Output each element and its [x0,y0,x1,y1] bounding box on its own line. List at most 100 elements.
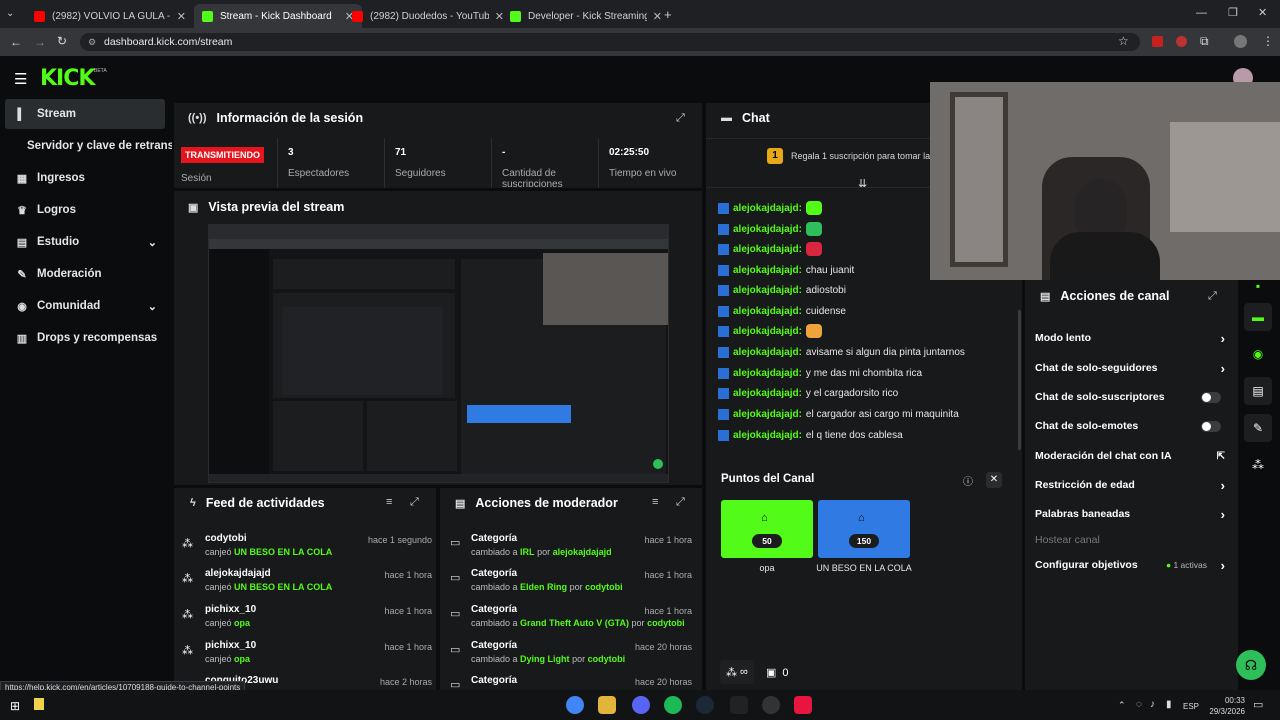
file-icon[interactable] [34,698,44,710]
stream-preview-video[interactable] [208,224,669,483]
sidebar-item-drops[interactable]: ▥ Drops y recompensas [5,323,165,353]
chat-username[interactable]: alejokajdajajd: [733,430,802,441]
forward-icon[interactable]: → [34,35,46,49]
close-tab-icon[interactable]: ✕ [653,10,662,23]
volume-icon[interactable]: ♪ [1150,699,1155,710]
rail-wrench-icon[interactable]: ✎ [1244,414,1272,442]
chat-username[interactable]: alejokajdajajd: [733,224,802,235]
reward-card-opa[interactable]: ⌂ 50 [721,500,813,558]
microphone-icon[interactable]: ▮ [1166,699,1172,710]
chat-username[interactable]: alejokajdajajd: [733,347,802,358]
chat-scrollbar[interactable] [1018,310,1021,450]
windows-start-icon[interactable]: ⊞ [10,699,20,713]
subscribers-only-toggle[interactable] [1201,391,1221,403]
extension-icon[interactable] [1152,36,1163,47]
maximize-icon[interactable]: ❐ [1228,6,1238,19]
new-tab-icon[interactable]: + [664,7,672,22]
points-icon: ⁂ [182,573,193,585]
back-icon[interactable]: ← [10,35,22,49]
rail-chat-icon[interactable]: ▬ [1244,303,1272,331]
support-headset-icon[interactable]: ☊ [1236,650,1266,680]
close-tab-icon[interactable]: ✕ [177,10,186,23]
mod-action-user[interactable]: codytobi [588,654,626,664]
chrome-icon[interactable] [566,696,584,714]
chat-username[interactable]: alejokajdajajd: [733,285,802,296]
mod-action-user[interactable]: codytobi [585,582,623,592]
chat-username[interactable]: alejokajdajajd: [733,306,802,317]
sidebar-item-estudio[interactable]: ▤ Estudio ⌄ [5,227,165,257]
tiktok-icon[interactable] [794,696,812,714]
chat-username[interactable]: alejokajdajajd: [733,265,802,276]
gift-counter[interactable]: ▣ 0 [766,666,789,680]
expand-icon[interactable]: ⤢ [676,112,685,125]
explorer-icon[interactable] [598,696,616,714]
keyboard-language[interactable]: ESP [1183,702,1199,711]
chat-username[interactable]: alejokajdajajd: [733,409,802,420]
chat-username[interactable]: alejokajdajajd: [733,368,802,379]
extensions-puzzle-icon[interactable]: ⧉ [1200,34,1209,49]
action-configure-goals[interactable]: Configurar objetivos ● 1 activas › [1035,551,1225,579]
tray-chevron-icon[interactable]: ⌃ [1118,700,1126,711]
close-window-icon[interactable]: ✕ [1258,6,1267,19]
expand-icon[interactable]: ⤢ [676,496,685,509]
steam-icon[interactable] [696,696,714,714]
action-followers-only[interactable]: Chat de solo-seguidores › [1035,354,1225,382]
reload-icon[interactable]: ↻ [57,34,67,48]
hamburger-menu-icon[interactable]: ☰ [14,70,27,88]
expand-icon[interactable]: ⤢ [410,496,419,509]
browser-tab-4[interactable]: Developer - Kick Streaming ✕ [502,4,670,28]
chat-username[interactable]: alejokajdajajd: [733,203,802,214]
discord-icon[interactable] [632,696,650,714]
rail-list-icon[interactable]: ▤ [1244,377,1272,405]
rail-trash-icon[interactable]: ▪ [1244,272,1272,300]
spotify-icon[interactable] [664,696,682,714]
sidebar-item-comunidad[interactable]: ◉ Comunidad ⌄ [5,291,165,321]
taskbar-clock[interactable]: 00:33 29/3/2026 [1203,695,1245,717]
mod-action-user[interactable]: alejokajdajajd [553,547,612,557]
notification-icon[interactable]: ▭ [1253,698,1263,711]
obs-icon[interactable] [762,696,780,714]
tab-search-icon[interactable]: ⌄ [6,8,14,19]
action-age-restriction[interactable]: Restricción de edad › [1035,471,1225,499]
url-field[interactable]: ⚙ dashboard.kick.com/stream [80,33,1140,51]
chat-username[interactable]: alejokajdajajd: [733,326,802,337]
profile-avatar[interactable] [1234,35,1247,48]
site-info-icon[interactable]: ⚙ [88,33,96,51]
reward-card-beso[interactable]: ⌂ 150 [818,500,910,558]
bookmark-star-icon[interactable]: ☆ [1118,34,1129,48]
action-slow-mode[interactable]: Modo lento › [1035,324,1225,352]
browser-menu-icon[interactable]: ⋮ [1262,34,1274,48]
sidebar-item-moderacion[interactable]: ✎ Moderación [5,259,165,289]
gift-icon: ▣ [766,667,777,679]
sidebar-item-stream[interactable]: ▍ Stream [5,99,165,129]
chat-username[interactable]: alejokajdajajd: [733,244,802,255]
emotes-only-toggle[interactable] [1201,420,1221,432]
action-banned-words[interactable]: Palabras baneadas › [1035,500,1225,528]
action-ai-moderation[interactable]: Moderación del chat con IA ⇱ [1035,442,1225,470]
filter-icon[interactable]: ≡ [652,496,658,508]
browser-tab-2[interactable]: Stream - Kick Dashboard ✕ [194,4,362,28]
channel-points-button[interactable]: ⁂ ∞ [720,660,754,684]
rail-broadcast-icon[interactable]: ◉ [1244,340,1272,368]
sidebar-item-logros[interactable]: ♛ Logros [5,195,165,225]
minimize-icon[interactable]: — [1196,7,1207,19]
sidebar-item-ingresos[interactable]: ▦ Ingresos [5,163,165,193]
pinned-collapse-icon[interactable]: ⇊ [858,177,867,190]
info-icon[interactable]: ⓘ [963,473,973,488]
mod-action-user[interactable]: codytobi [647,618,685,628]
epic-games-icon[interactable] [730,696,748,714]
gift-promo-text[interactable]: Regala 1 suscripción para tomar la p [791,151,938,161]
kick-logo[interactable]: KICK [40,66,95,91]
close-icon[interactable]: ✕ [986,472,1002,488]
rail-points-icon[interactable]: ⁂ [1244,451,1272,479]
extension-icon[interactable] [1176,36,1187,47]
expand-icon[interactable]: ⤢ [1208,290,1217,303]
filter-icon[interactable]: ≡ [386,496,392,508]
network-icon[interactable]: ◌ [1136,699,1142,710]
stat-label: Espectadores [288,168,350,179]
browser-tab-1[interactable]: (2982) VOLVIO LA GULA - YouTube ✕ [26,4,194,28]
reward-icon: ⌂ [858,512,865,524]
sidebar-item-server-key[interactable]: Servidor y clave de retransmisión [17,131,172,161]
browser-tab-3[interactable]: (2982) Duodedos - YouTube ✕ [344,4,512,28]
chat-username[interactable]: alejokajdajajd: [733,388,802,399]
